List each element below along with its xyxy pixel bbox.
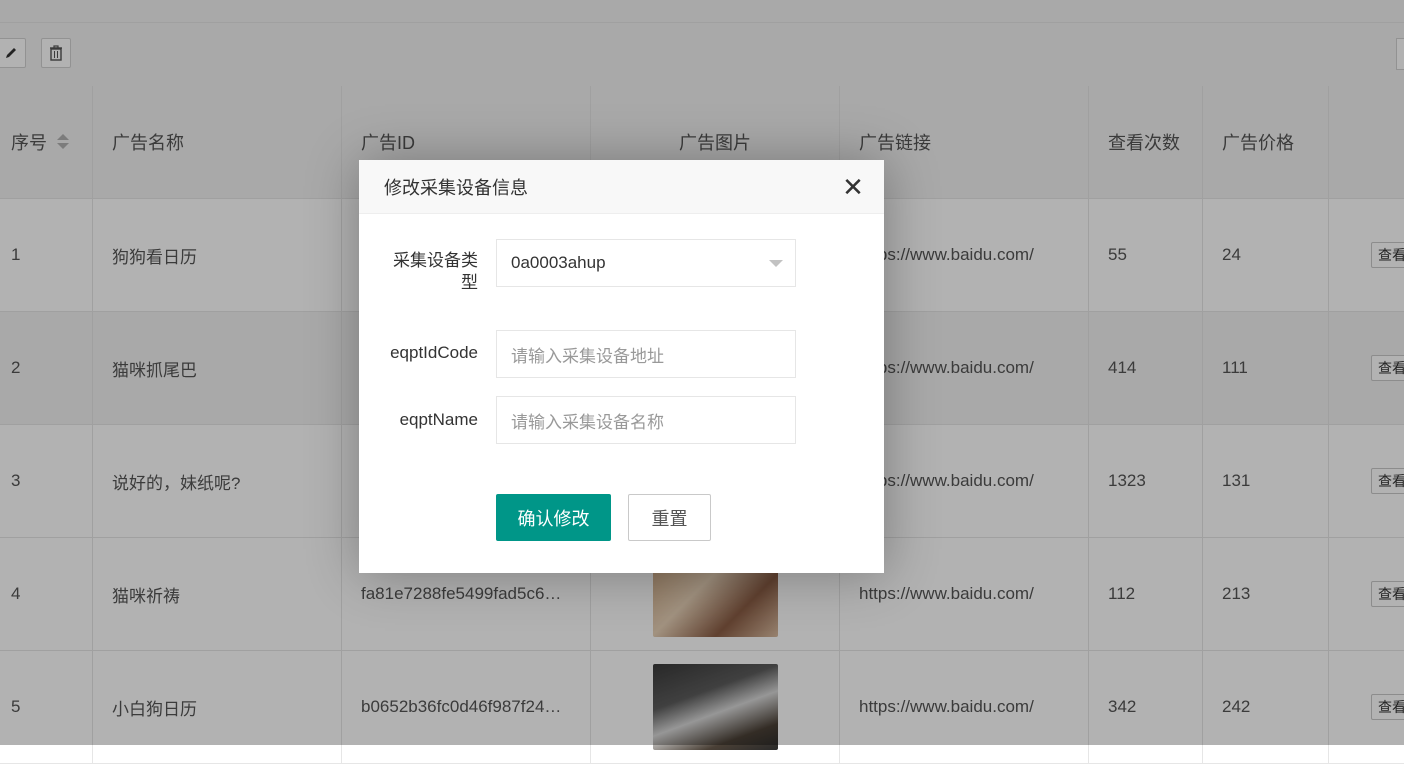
device-type-label: 采集设备类型 — [393, 251, 478, 292]
eqpt-name-label: eqptName — [399, 410, 478, 429]
eqpt-id-code-label: eqptIdCode — [390, 343, 478, 362]
eqpt-name-input[interactable]: 请输入采集设备名称 — [496, 396, 796, 444]
dialog-title: 修改采集设备信息 — [359, 160, 884, 214]
eqpt-id-code-input[interactable]: 请输入采集设备地址 — [496, 330, 796, 378]
close-icon[interactable]: ✕ — [842, 174, 864, 200]
edit-device-dialog: 修改采集设备信息 ✕ 采集设备类型 0a0003ahup eqptIdCode … — [359, 160, 884, 573]
device-type-value: 0a0003ahup — [511, 253, 606, 272]
reset-button[interactable]: 重置 — [628, 494, 711, 541]
device-type-select[interactable]: 0a0003ahup — [496, 239, 796, 287]
chevron-down-icon — [769, 260, 783, 267]
confirm-edit-button[interactable]: 确认修改 — [496, 494, 611, 541]
